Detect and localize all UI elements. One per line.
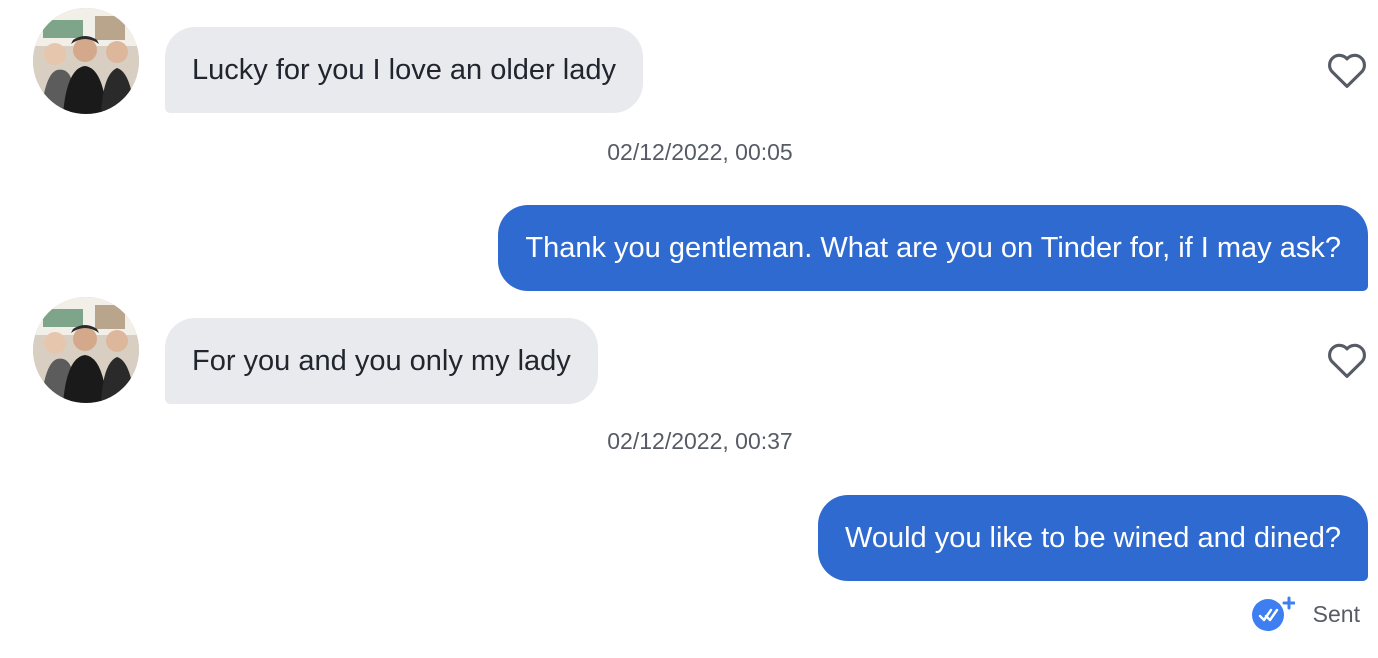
message-bubble-incoming[interactable]: For you and you only my lady — [165, 318, 598, 404]
avatar[interactable] — [33, 8, 139, 114]
avatar[interactable] — [33, 297, 139, 403]
message-timestamp: 02/12/2022, 00:05 — [607, 139, 793, 165]
message-text: Would you like to be wined and dined? — [844, 521, 1341, 554]
avatar-photo — [33, 297, 139, 403]
message-bubble-incoming[interactable]: Lucky for you I love an older lady — [165, 27, 643, 113]
message-bubble-outgoing[interactable]: Thank you gentleman. What are you on Tin… — [498, 205, 1368, 291]
message-text: Thank you gentleman. What are you on Tin… — [525, 231, 1341, 264]
like-message-heart-icon[interactable] — [1326, 51, 1368, 89]
message-bubble-outgoing[interactable]: Would you like to be wined and dined? — [817, 495, 1368, 581]
message-text: Lucky for you I love an older lady — [192, 53, 616, 86]
message-timestamp: 02/12/2022, 00:37 — [607, 428, 793, 454]
message-status: Sent — [1251, 596, 1360, 632]
like-message-heart-icon[interactable] — [1326, 341, 1368, 379]
status-label: Sent — [1312, 600, 1360, 627]
message-text: For you and you only my lady — [192, 344, 571, 377]
avatar-photo — [33, 8, 139, 114]
double-check-boost-icon — [1251, 596, 1295, 632]
chat-thread: Lucky for you I love an older lady 02/12… — [0, 0, 1378, 658]
